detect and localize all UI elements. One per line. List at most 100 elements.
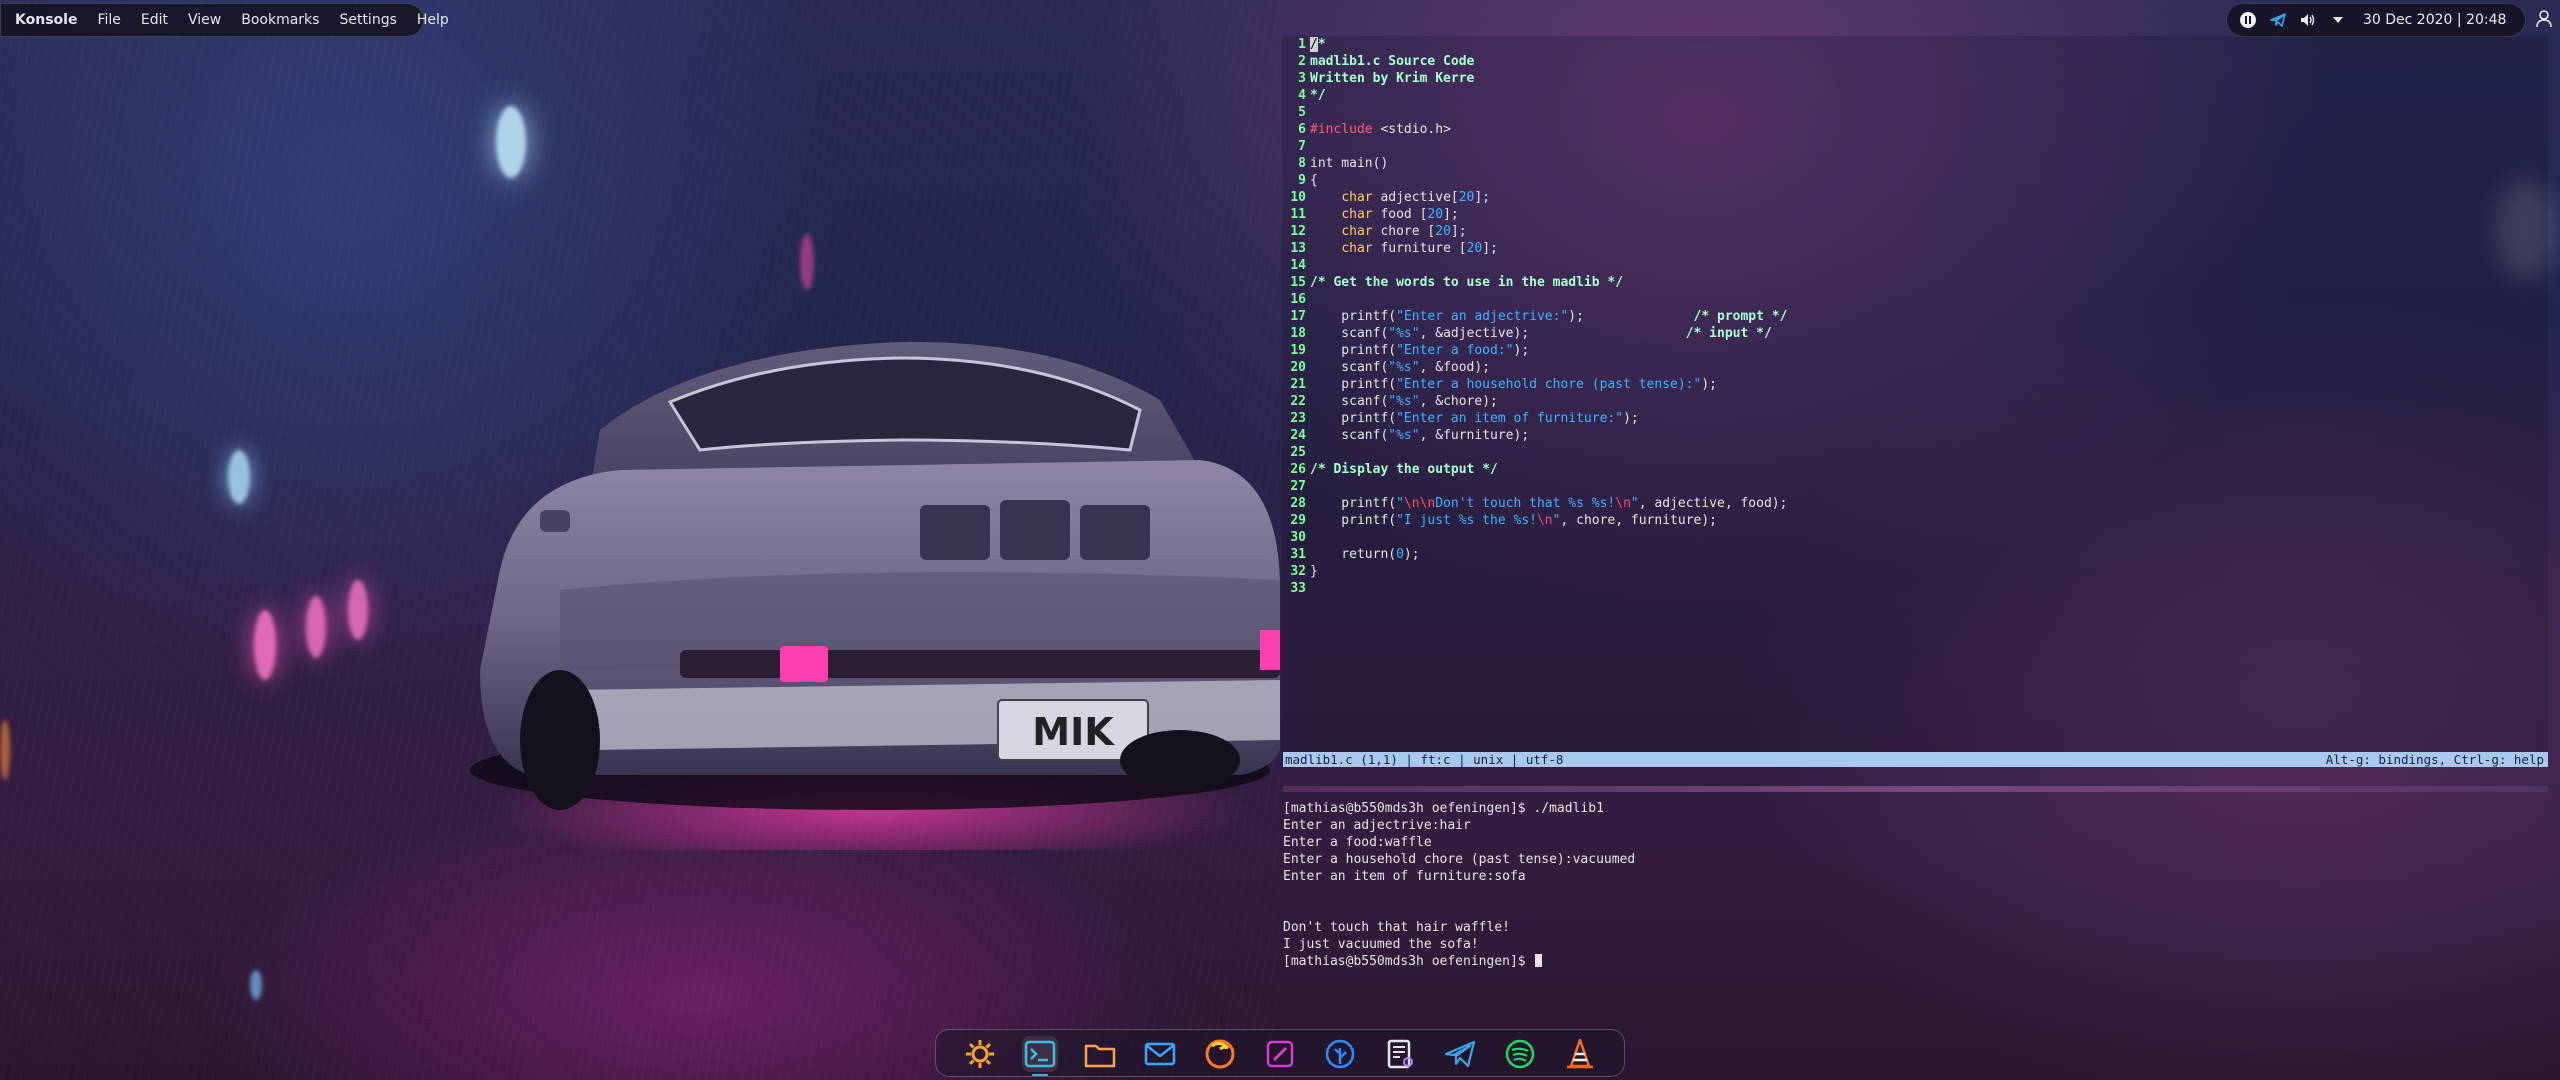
code-line[interactable]: 5 (1282, 104, 1310, 121)
code-line[interactable]: 21 printf("Enter a household chore (past… (1282, 376, 1717, 393)
code-line[interactable]: 33 (1282, 580, 1310, 597)
code-token: 20 (1458, 190, 1475, 205)
line-number: 17 (1290, 309, 1306, 324)
code-token: chore [ (1372, 224, 1436, 239)
code-token: int main() (1310, 156, 1389, 171)
code-line[interactable]: 26 /* Display the output */ (1282, 461, 1498, 478)
dock-item-spotify[interactable] (1502, 1036, 1538, 1072)
code-line[interactable]: 22 scanf("%s", &chore); (1282, 393, 1498, 410)
line-number: 32 (1290, 564, 1306, 579)
code-line[interactable]: 11 char food [20]; (1282, 206, 1458, 223)
code-line[interactable]: 13 char furniture [20]; (1282, 240, 1498, 257)
code-token: 20 (1427, 207, 1444, 222)
code-token: ); (1403, 547, 1420, 562)
code-line[interactable]: 31 return(0); (1282, 546, 1420, 563)
dock-item-settings[interactable] (962, 1036, 998, 1072)
code-line[interactable]: 6 #include <stdio.h> (1282, 121, 1451, 138)
terminal-line: Enter an adjectrive:hair (1283, 817, 1471, 834)
volume-icon[interactable] (2299, 11, 2317, 29)
mail-icon (1144, 1042, 1176, 1066)
dock-item-files[interactable] (1082, 1036, 1118, 1072)
dock-item-color-picker[interactable] (1262, 1036, 1298, 1072)
code-line[interactable]: 14 (1282, 257, 1310, 274)
code-line[interactable]: 27 (1282, 478, 1310, 495)
code-line[interactable]: 17 printf("Enter an adjectrive:"); /* pr… (1282, 308, 1787, 325)
code-line[interactable]: 9{ (1282, 172, 1318, 189)
line-number: 10 (1290, 190, 1306, 205)
line-number: 27 (1290, 479, 1306, 494)
dock-item-vlc[interactable] (1562, 1036, 1598, 1072)
clock[interactable]: 30 Dec 2020 | 20:48 (2363, 12, 2506, 28)
pane-split-divider[interactable] (1283, 786, 2548, 792)
code-line[interactable]: 12 char chore [20]; (1282, 223, 1466, 240)
menu-file[interactable]: File (87, 12, 130, 28)
code-line[interactable]: 7 (1282, 138, 1310, 155)
code-token: , &food); (1419, 360, 1491, 375)
line-number: 15 (1290, 275, 1306, 290)
terminal-line-text: [mathias@b550mds3h oefeningen]$ (1283, 954, 1534, 969)
code-line[interactable]: 23 printf("Enter an item of furniture:")… (1282, 410, 1638, 427)
line-number: 31 (1290, 547, 1306, 562)
folder-icon (1084, 1044, 1116, 1068)
code-line[interactable]: 24 scanf("%s", &furniture); (1282, 427, 1529, 444)
line-number: 28 (1290, 496, 1306, 511)
code-token: /* input */ (1685, 326, 1772, 341)
spotify-icon (1505, 1039, 1535, 1069)
code-line[interactable]: 3 Written by Krim Kerre (1282, 70, 1474, 87)
dock-item-konsole[interactable] (1022, 1036, 1058, 1076)
media-pause-icon[interactable] (2239, 11, 2257, 29)
code-token: scanf( (1310, 428, 1389, 443)
tray-expand-arrow-icon[interactable] (2329, 11, 2347, 29)
code-token: adjective[ (1372, 190, 1459, 205)
dock-item-krita[interactable] (1322, 1036, 1358, 1072)
code-line[interactable]: 18 scanf("%s", &adjective); /* input */ (1282, 325, 1772, 342)
bokeh-light (250, 970, 262, 1000)
code-token: printf( (1310, 411, 1397, 426)
code-line[interactable]: 2 madlib1.c Source Code (1282, 53, 1474, 70)
code-line[interactable]: 10 char adjective[20]; (1282, 189, 1490, 206)
user-icon[interactable] (2534, 9, 2554, 29)
code-token: "%s" (1388, 360, 1420, 375)
code-line[interactable]: 32} (1282, 563, 1317, 580)
code-line[interactable]: 25 (1282, 444, 1310, 461)
code-line[interactable]: 28 printf("\n\nDon't touch that %s %s!\n… (1282, 495, 1787, 512)
menu-help[interactable]: Help (407, 12, 459, 28)
code-line[interactable]: 15 /* Get the words to use in the madlib … (1282, 274, 1623, 291)
code-line[interactable]: 29 printf("I just %s the %s!\n", chore, … (1282, 512, 1717, 529)
menu-bookmarks[interactable]: Bookmarks (231, 12, 329, 28)
bokeh-light (496, 106, 526, 178)
dock-item-firefox[interactable] (1202, 1036, 1238, 1072)
code-line[interactable]: 16 (1282, 291, 1310, 308)
line-number: 30 (1290, 530, 1306, 545)
code-token: furniture [ (1372, 241, 1467, 256)
traffic-cone-icon (1567, 1038, 1593, 1069)
code-token: printf( (1310, 513, 1397, 528)
code-editor-pane[interactable]: 1 /* 2 madlib1.c Source Code 3 Written by Kri… (1282, 36, 2548, 766)
code-line[interactable]: 1 /* (1282, 36, 1326, 53)
terminal-pane[interactable]: [mathias@b550mds3h oefeningen]$ ./madlib… (1283, 800, 2548, 980)
menu-settings[interactable]: Settings (329, 12, 406, 28)
code-line[interactable]: 19 printf("Enter a food:"); (1282, 342, 1529, 359)
bokeh-light (800, 234, 814, 290)
code-line[interactable]: 20 scanf("%s", &food); (1282, 359, 1490, 376)
dock-item-text-editor[interactable] (1382, 1036, 1418, 1072)
code-token: scanf( (1310, 394, 1389, 409)
dock-item-telegram[interactable] (1442, 1036, 1478, 1072)
code-line[interactable]: 30 (1282, 529, 1310, 546)
line-number: 6 (1298, 122, 1306, 137)
code-line[interactable]: 8 int main() (1282, 155, 1388, 172)
line-number: 29 (1290, 513, 1306, 528)
dock-item-mail[interactable] (1142, 1036, 1178, 1072)
code-token: ); (1513, 343, 1530, 358)
code-token: , &adjective); (1419, 326, 1686, 341)
menu-view[interactable]: View (178, 12, 231, 28)
line-number: 12 (1290, 224, 1306, 239)
menu-edit[interactable]: Edit (131, 12, 178, 28)
leaf-icon (1325, 1039, 1355, 1069)
telegram-icon[interactable] (2269, 11, 2287, 29)
code-token: printf( (1310, 343, 1397, 358)
code-token: madlib1.c Source Code (1310, 54, 1475, 69)
code-line[interactable]: 4 */ (1282, 87, 1325, 104)
terminal-cursor (1535, 954, 1543, 967)
